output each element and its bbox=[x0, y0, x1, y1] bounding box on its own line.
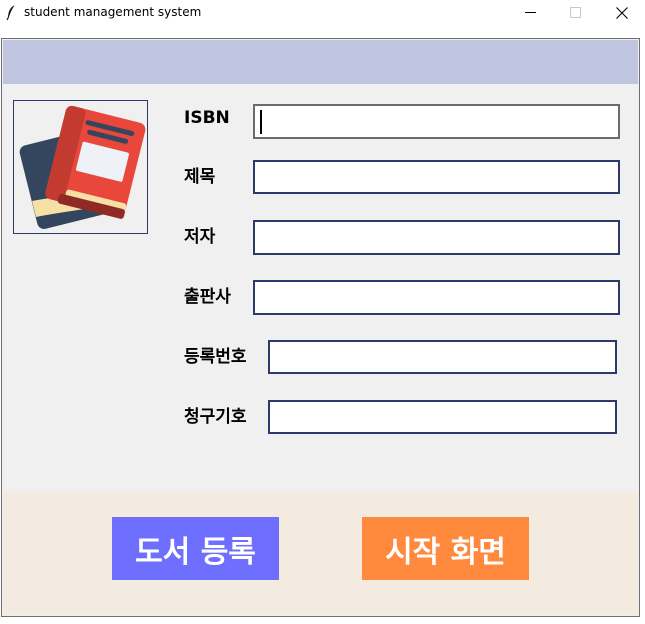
home-screen-button[interactable]: 시작 화면 bbox=[362, 517, 529, 580]
isbn-input[interactable] bbox=[253, 104, 620, 139]
minimize-icon bbox=[525, 12, 536, 13]
register-book-button[interactable]: 도서 등록 bbox=[112, 517, 279, 580]
maximize-button[interactable] bbox=[553, 0, 599, 26]
logo bbox=[13, 100, 148, 234]
feather-icon bbox=[6, 4, 16, 21]
registration-number-input[interactable] bbox=[268, 340, 617, 374]
text-caret bbox=[260, 110, 262, 134]
minimize-button[interactable] bbox=[508, 0, 554, 26]
close-button[interactable] bbox=[599, 0, 645, 26]
publisher-input[interactable] bbox=[253, 280, 620, 315]
footer-band bbox=[3, 491, 638, 615]
call-number-input[interactable] bbox=[268, 400, 617, 434]
maximize-icon bbox=[570, 7, 581, 18]
main-frame: ISBN 제목 저자 출판사 등록번호 청구기호 도서 등록 시작 화면 bbox=[1, 38, 640, 617]
publisher-label: 출판사 bbox=[184, 287, 231, 307]
window-title: student management system bbox=[24, 5, 202, 19]
title-input[interactable] bbox=[253, 160, 620, 194]
call-number-label: 청구기호 bbox=[184, 407, 247, 427]
header-band bbox=[3, 40, 638, 84]
author-label: 저자 bbox=[184, 227, 216, 247]
close-icon bbox=[616, 7, 628, 19]
title-label: 제목 bbox=[184, 167, 216, 187]
author-input[interactable] bbox=[253, 220, 620, 255]
registration-number-label: 등록번호 bbox=[184, 347, 247, 367]
book-stack-icon bbox=[19, 105, 146, 229]
title-bar: student management system bbox=[0, 0, 645, 26]
isbn-label: ISBN bbox=[184, 108, 230, 128]
